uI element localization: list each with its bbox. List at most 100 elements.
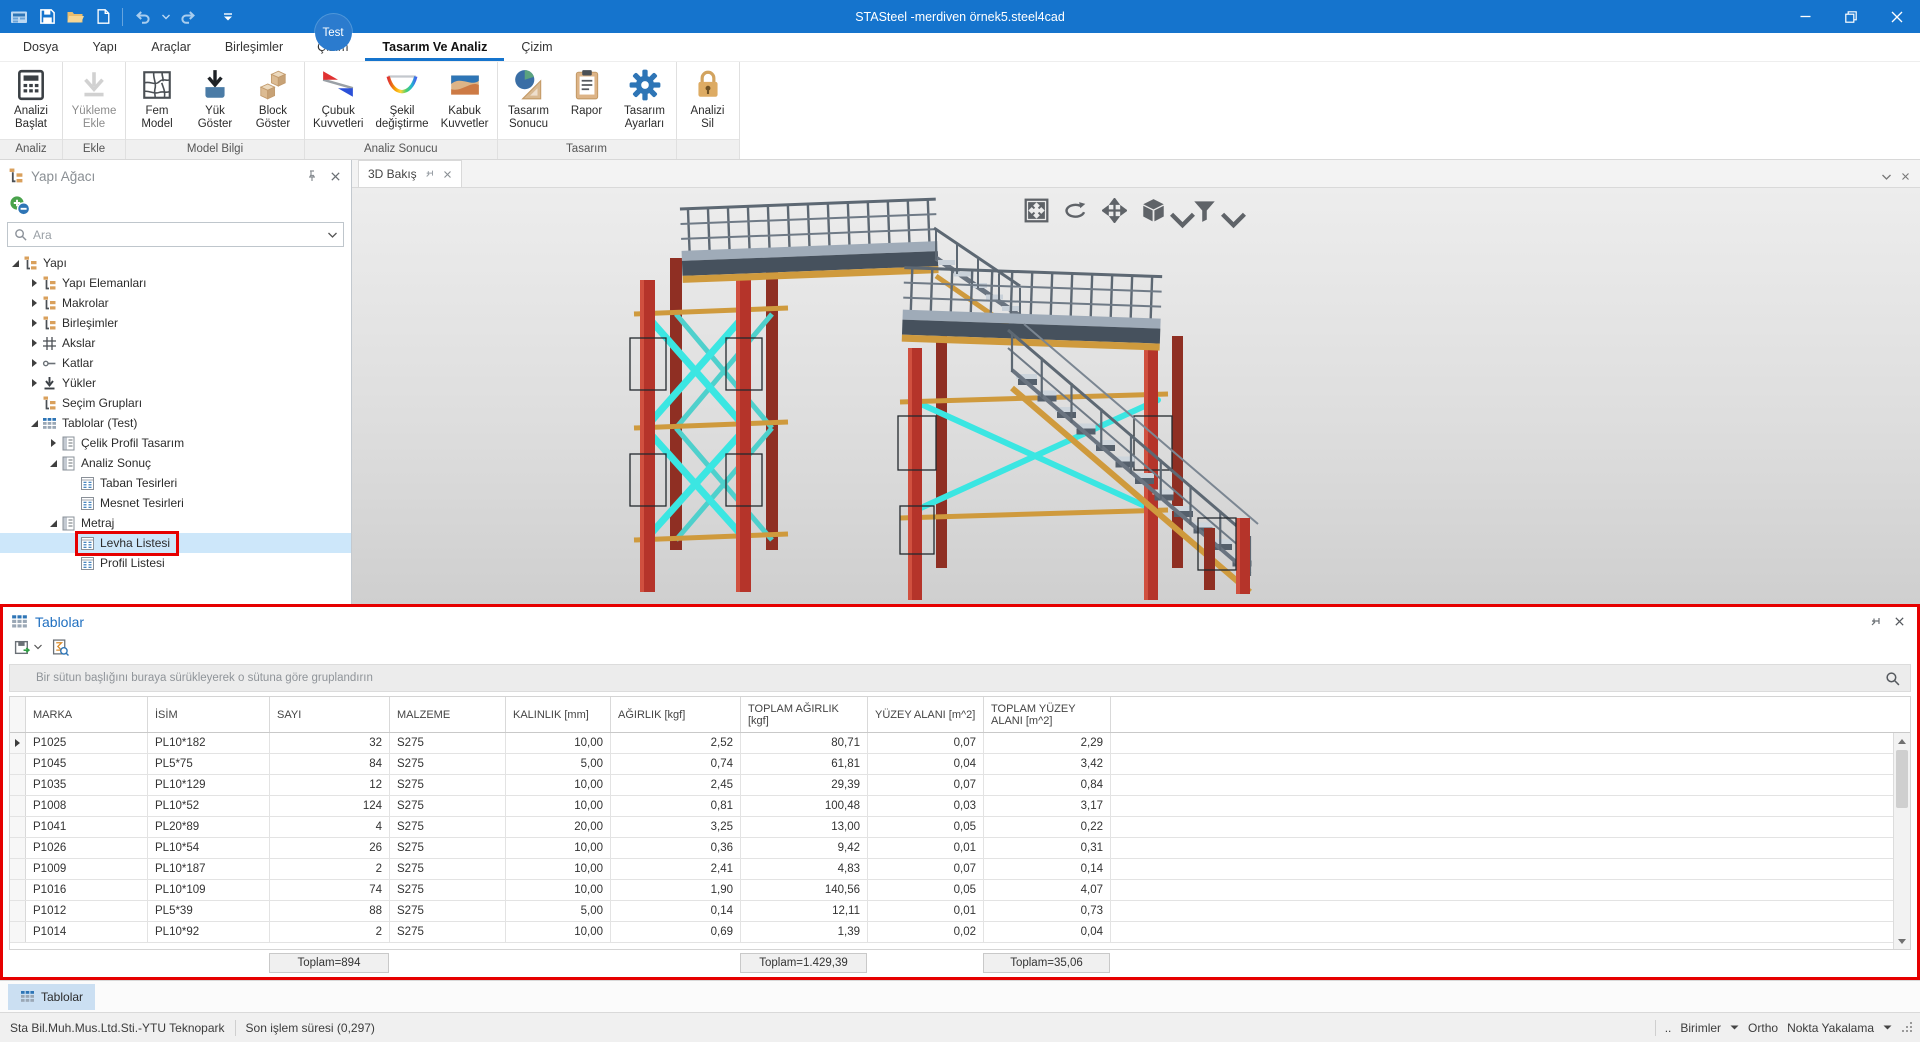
pan-tool[interactable] <box>1102 198 1127 223</box>
expander-collapsed-icon[interactable] <box>27 299 42 307</box>
yük-göster-button[interactable]: Yük Göster <box>186 66 244 134</box>
ribbon-tab-ara-lar-2[interactable]: Araçlar <box>134 33 208 61</box>
table-row-P1014[interactable]: P1014 PL10*92 2 S275 10,00 0,69 1,39 0,02 0,04 <box>10 922 1910 943</box>
tree-item-makrolar[interactable]: Makrolar <box>0 293 351 313</box>
dropdown-icon[interactable] <box>161 13 170 20</box>
table-row-P1009[interactable]: P1009 PL10*187 2 S275 10,00 2,41 4,83 0,07 0,14 <box>10 859 1910 880</box>
chevron-down-icon[interactable] <box>1730 1025 1739 1031</box>
pin-icon[interactable] <box>1868 614 1884 630</box>
expander-expanded-icon[interactable] <box>8 260 23 267</box>
open-folder-icon[interactable] <box>66 8 84 26</box>
column-header-4[interactable]: KALINLIK [mm] <box>506 697 611 732</box>
block-göster-button[interactable]: Block Göster <box>244 66 302 134</box>
expander-collapsed-icon[interactable] <box>46 439 61 447</box>
ribbon-tab-birle-imler-3[interactable]: Birleşimler <box>208 33 300 61</box>
close-panel-icon[interactable] <box>327 168 343 184</box>
analizi-sil-button[interactable]: Analizi Sil <box>679 66 737 134</box>
analizi-başlat-button[interactable]: Analizi Başlat <box>2 66 60 134</box>
yükleme-ekle-button[interactable]: Yükleme Ekle <box>65 66 123 134</box>
table-row-P1041[interactable]: P1041 PL20*89 4 S275 20,00 3,25 13,00 0,05 0,22 <box>10 817 1910 838</box>
expander-collapsed-icon[interactable] <box>27 379 42 387</box>
column-header-2[interactable]: SAYI <box>270 697 390 732</box>
zoom-extents-tool[interactable] <box>1024 198 1049 223</box>
tree-item-levha-listesi[interactable]: Levha Listesi <box>0 530 351 556</box>
scroll-thumb[interactable] <box>1896 750 1908 808</box>
table-row-P1025[interactable]: P1025 PL10*182 32 S275 10,00 2,52 80,71 0,07 2,2… <box>10 733 1910 754</box>
app-icon[interactable] <box>10 8 28 26</box>
chevron-down-icon[interactable] <box>1170 208 1195 228</box>
tree-item-yükler[interactable]: Yükler <box>0 373 351 393</box>
fem-model-button[interactable]: Fem Model <box>128 66 186 134</box>
tree-item-taban-tesirleri[interactable]: Taban Tesirleri <box>0 473 351 493</box>
units-toggle[interactable]: Birimler <box>1680 1021 1721 1035</box>
ribbon-tab-yap--1[interactable]: Yapı <box>75 33 134 61</box>
undo-icon[interactable] <box>133 8 151 26</box>
minimize-button[interactable] <box>1782 0 1828 33</box>
chevron-down-icon[interactable] <box>1882 174 1891 180</box>
column-header-3[interactable]: MALZEME <box>390 697 506 732</box>
tasarım-ayarları-button[interactable]: Tasarım Ayarları <box>616 66 674 134</box>
ortho-toggle[interactable]: Ortho <box>1748 1021 1778 1035</box>
tree-item-çelik-profil-tasarım[interactable]: Çelik Profil Tasarım <box>0 433 351 453</box>
expander-collapsed-icon[interactable] <box>27 339 42 347</box>
tree-item-tablolar-test-[interactable]: Tablolar (Test) <box>0 413 351 433</box>
orbit-tool[interactable] <box>1063 198 1088 223</box>
rapor-button[interactable]: Rapor <box>558 66 616 134</box>
tree-item-birleşimler[interactable]: Birleşimler <box>0 313 351 333</box>
close-tab-icon[interactable] <box>443 170 452 179</box>
3d-canvas[interactable] <box>352 188 1920 604</box>
resize-grip-icon[interactable] <box>1901 1021 1914 1034</box>
expander-collapsed-icon[interactable] <box>27 279 42 287</box>
expander-expanded-icon[interactable] <box>46 520 61 527</box>
new-file-icon[interactable] <box>94 8 112 26</box>
table-row-P1016[interactable]: P1016 PL10*109 74 S275 10,00 1,90 140,56 0,05 4,… <box>10 880 1910 901</box>
şekil-değiştirme-button[interactable]: Şekil değiştirme <box>370 66 435 134</box>
export-button[interactable] <box>11 637 45 658</box>
qat-menu-icon[interactable] <box>219 8 237 26</box>
tree-item-seçim-grupları[interactable]: Seçim Grupları <box>0 393 351 413</box>
expander-expanded-icon[interactable] <box>46 460 61 467</box>
kabuk-kuvvetler-button[interactable]: Kabuk Kuvvetler <box>435 66 495 134</box>
expand-collapse-icon[interactable] <box>8 195 33 217</box>
sigma-search-button[interactable] <box>49 637 72 658</box>
pin-icon[interactable] <box>304 168 320 184</box>
view-cube-tool[interactable] <box>1141 198 1195 228</box>
table-row-P1035[interactable]: P1035 PL10*129 12 S275 10,00 2,45 29,39 0,07 0,8… <box>10 775 1910 796</box>
column-header-8[interactable]: TOPLAM YÜZEY ALANI [m^2] <box>984 697 1111 732</box>
tree-item-yapı[interactable]: Yapı <box>0 253 351 273</box>
pin-icon[interactable] <box>425 169 435 179</box>
expander-collapsed-icon[interactable] <box>27 319 42 327</box>
snap-toggle[interactable]: Nokta Yakalama <box>1787 1021 1874 1035</box>
scroll-down-icon[interactable] <box>1894 933 1910 949</box>
table-row-P1045[interactable]: P1045 PL5*75 84 S275 5,00 0,74 61,81 0,04 3,42 <box>10 754 1910 775</box>
search-input[interactable] <box>33 227 322 242</box>
ribbon-tab-tasar-m-ve-analiz-5[interactable]: Tasarım Ve Analiz <box>365 33 505 61</box>
tree-item-mesnet-tesirleri[interactable]: Mesnet Tesirleri <box>0 493 351 513</box>
expander-collapsed-icon[interactable] <box>27 359 42 367</box>
redo-icon[interactable] <box>180 8 198 26</box>
tree-item-metraj[interactable]: Metraj <box>0 513 351 533</box>
filter-tool[interactable] <box>1192 198 1246 228</box>
tasarım-sonucu-button[interactable]: Tasarım Sonucu <box>500 66 558 134</box>
tree-item-yapı-elemanları[interactable]: Yapı Elemanları <box>0 273 351 293</box>
ribbon-tab-dosya-0[interactable]: Dosya <box>6 33 75 61</box>
tree-item-analiz-sonuç[interactable]: Analiz Sonuç <box>0 453 351 473</box>
scroll-up-icon[interactable] <box>1894 733 1910 749</box>
ribbon-tab--izim-6[interactable]: Çizim <box>504 33 569 61</box>
tree-item-katlar[interactable]: Katlar <box>0 353 351 373</box>
column-header-1[interactable]: İSİM <box>148 697 270 732</box>
expander-expanded-icon[interactable] <box>27 420 42 427</box>
close-panel-icon[interactable] <box>1891 614 1907 630</box>
column-header-6[interactable]: TOPLAM AĞIRLIK [kgf] <box>741 697 868 732</box>
restore-button[interactable] <box>1828 0 1874 33</box>
table-row-P1012[interactable]: P1012 PL5*39 88 S275 5,00 0,14 12,11 0,01 0,73 <box>10 901 1910 922</box>
group-by-bar[interactable]: Bir sütun başlığını buraya sürükleyerek … <box>9 664 1911 692</box>
tab-3d-view[interactable]: 3D Bakış <box>358 160 462 187</box>
çubuk-kuvvetleri-button[interactable]: Çubuk Kuvvetleri <box>307 66 370 134</box>
table-vertical-scrollbar[interactable] <box>1893 733 1910 949</box>
chevron-down-icon[interactable] <box>1221 208 1246 228</box>
column-header-0[interactable]: MARKA <box>26 697 148 732</box>
column-header-7[interactable]: YÜZEY ALANI [m^2] <box>868 697 984 732</box>
close-window-button[interactable] <box>1874 0 1920 33</box>
tree-item-profil-listesi[interactable]: Profil Listesi <box>0 553 351 573</box>
